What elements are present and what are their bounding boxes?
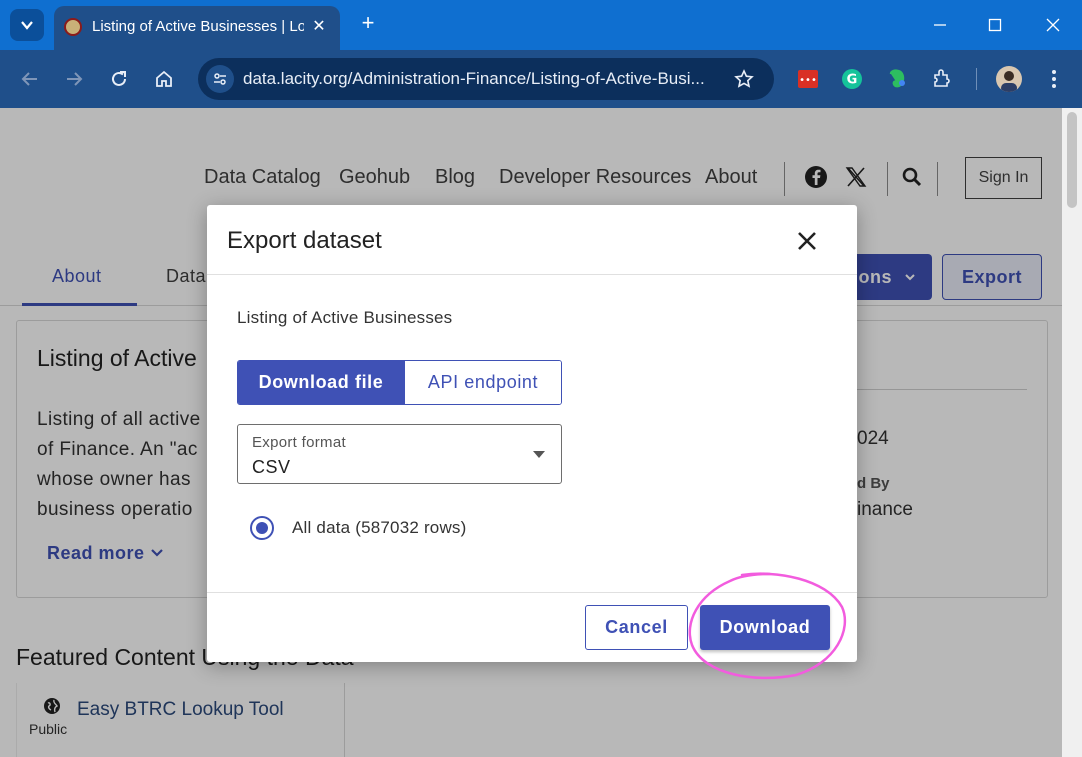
bookmark-star-icon[interactable] [732,67,756,91]
dialog-title: Export dataset [227,227,382,254]
close-window-button[interactable] [1039,12,1067,38]
export-format-label: Export format [252,434,346,451]
forward-button[interactable] [61,66,87,92]
maximize-icon [988,18,1002,32]
page-scrollbar[interactable] [1062,108,1082,757]
cancel-button[interactable]: Cancel [585,605,688,650]
tab-close-icon[interactable]: ✕ [308,15,330,37]
minimize-button[interactable] [926,12,954,38]
extension-evernote-icon[interactable] [885,67,909,91]
extension-password-icon[interactable]: ••• [796,67,820,91]
reload-button[interactable] [106,66,132,92]
close-dialog-button[interactable] [793,227,821,255]
dataset-name: Listing of Active Businesses [237,308,453,327]
maximize-button[interactable] [981,12,1009,38]
close-icon [798,232,816,250]
dialog-header: Export dataset [207,205,857,275]
dropdown-caret-icon [533,451,545,458]
site-favicon-icon [64,18,82,36]
extensions-puzzle-icon[interactable] [930,67,954,91]
export-dataset-dialog: Export dataset Listing of Active Busines… [207,205,857,662]
site-info-button[interactable] [206,65,234,93]
minimize-icon [934,24,946,26]
extension-grammarly-icon[interactable]: G [840,67,864,91]
export-mode-toggle: Download file API endpoint [237,360,562,405]
new-tab-button[interactable]: + [356,12,380,36]
tab-search-button[interactable] [10,9,44,41]
svg-text:G: G [847,73,858,88]
tune-icon [214,73,226,85]
dialog-footer-divider [207,592,857,593]
tab-title: Listing of Active Businesses | Lo [92,18,304,35]
address-bar[interactable]: data.lacity.org/Administration-Finance/L… [198,58,774,100]
all-data-radio[interactable] [250,516,274,540]
all-data-label: All data (587032 rows) [292,518,467,537]
browser-toolbar: data.lacity.org/Administration-Finance/L… [0,50,1082,108]
browser-titlebar: Listing of Active Businesses | Lo ✕ + [0,0,1082,50]
api-endpoint-tab[interactable]: API endpoint [404,361,561,404]
download-file-tab[interactable]: Download file [238,361,404,404]
arrow-right-icon [67,72,83,86]
back-button[interactable] [17,66,43,92]
chevron-down-icon [21,21,33,30]
profile-avatar[interactable] [996,66,1022,92]
url-text[interactable]: data.lacity.org/Administration-Finance/L… [243,69,728,89]
browser-tab-active[interactable]: Listing of Active Businesses | Lo ✕ [54,6,340,50]
close-icon [1046,18,1060,32]
browser-menu-icon[interactable] [1042,67,1066,91]
home-icon [156,70,172,87]
scrollbar-thumb[interactable] [1067,112,1077,208]
export-format-select[interactable]: Export format CSV [237,424,562,484]
home-button[interactable] [151,66,177,92]
export-format-value: CSV [252,457,291,477]
toolbar-separator [976,68,977,90]
svg-text:•••: ••• [799,75,817,86]
reload-icon [112,71,126,86]
arrow-left-icon [21,72,37,86]
download-button[interactable]: Download [700,605,830,650]
